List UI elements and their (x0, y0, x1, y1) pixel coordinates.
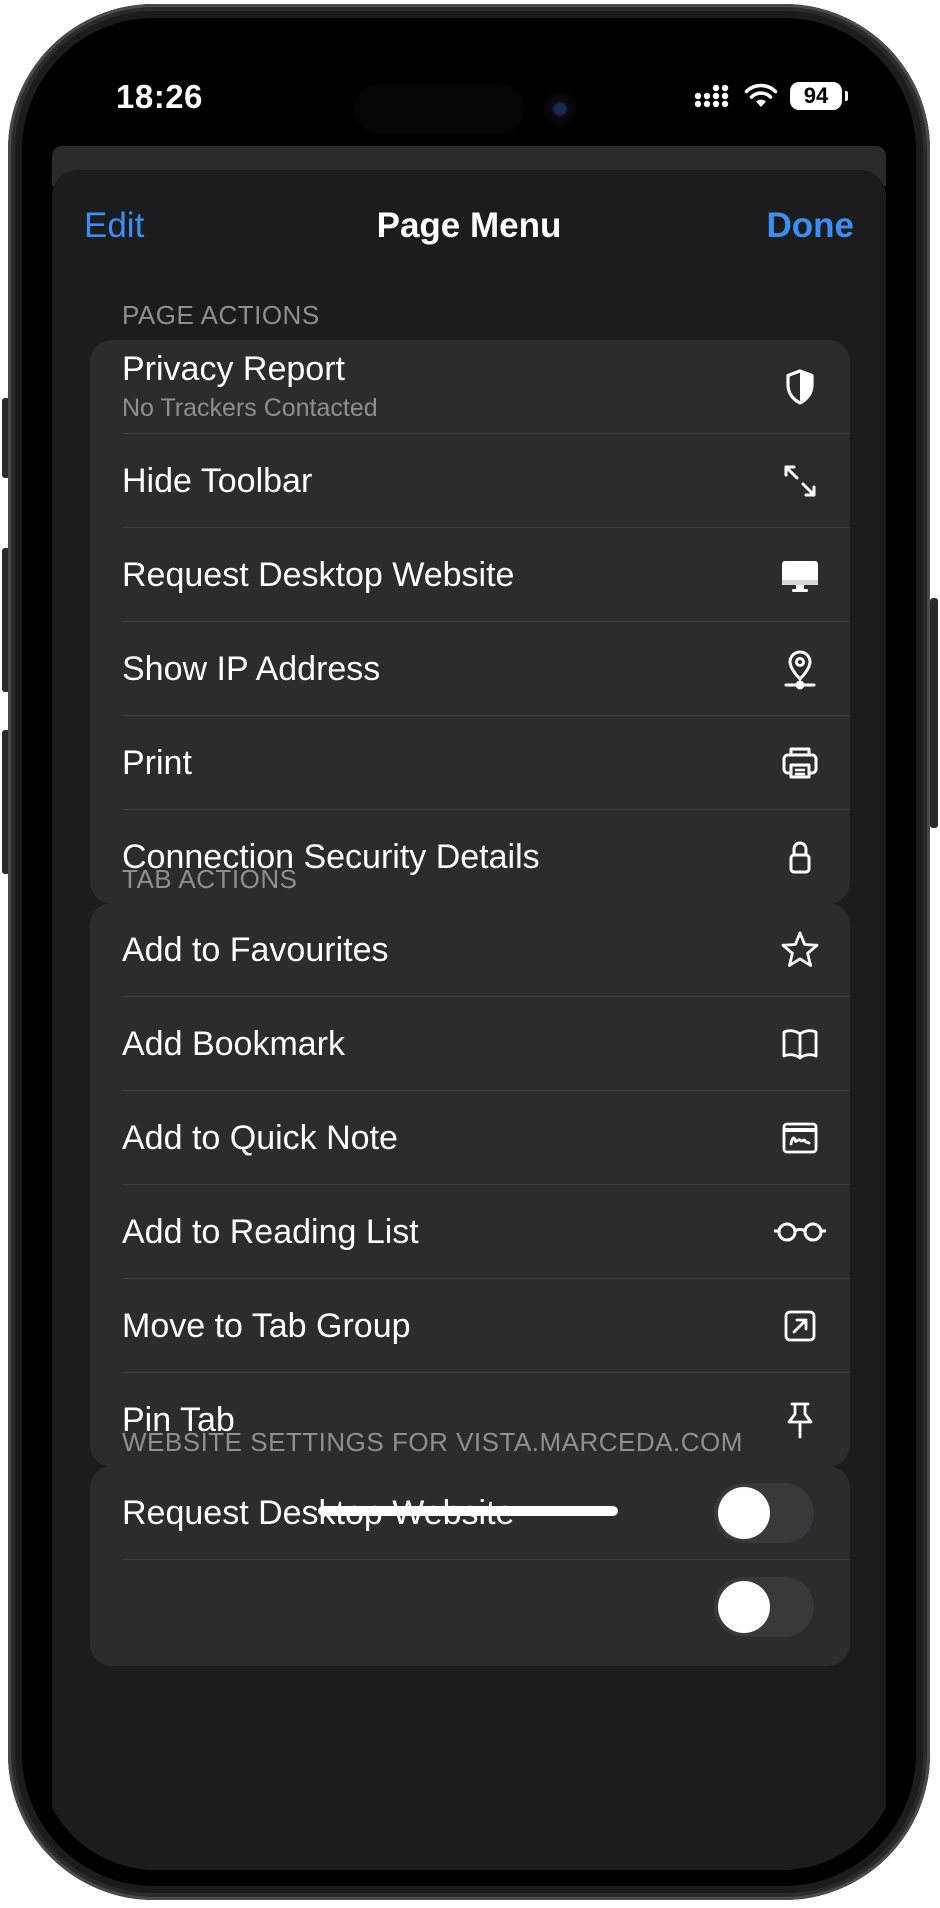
location-pin-icon (776, 645, 824, 693)
power-button[interactable] (930, 598, 938, 828)
page-menu-sheet: Edit Page Menu Done PAGE ACTIONS Privacy… (52, 170, 886, 1870)
lock-icon (776, 833, 824, 881)
menu-item-label: Privacy Report (122, 350, 345, 388)
menu-item-print[interactable]: Print (90, 716, 850, 810)
menu-item-label: Add to Favourites (122, 930, 389, 969)
menu-item-reading-list[interactable]: Add to Reading List (90, 1185, 850, 1279)
toggle-knob (718, 1487, 770, 1539)
battery-indicator: 94 (790, 82, 848, 110)
menu-item-add-favourites[interactable]: Add to Favourites (90, 903, 850, 997)
tab-actions-group: Add to Favourites Add Bookmark Add to Qu… (90, 903, 850, 1467)
menu-item-request-desktop[interactable]: Request Desktop Website (90, 528, 850, 622)
pin-icon (776, 1396, 824, 1444)
menu-item-move-tab-group[interactable]: Move to Tab Group (90, 1279, 850, 1373)
wifi-icon (744, 83, 778, 107)
printer-icon (776, 739, 824, 787)
page-actions-header: PAGE ACTIONS (122, 300, 320, 330)
nav-bar: Edit Page Menu Done (52, 170, 886, 280)
tab-actions-header: TAB ACTIONS (122, 864, 298, 894)
menu-item-sublabel: No Trackers Contacted (122, 394, 378, 422)
menu-item-show-ip[interactable]: Show IP Address (90, 622, 850, 716)
book-icon (776, 1020, 824, 1068)
menu-item-label: Add Bookmark (122, 1024, 345, 1063)
dynamic-island (354, 84, 524, 134)
menu-item-hide-toolbar[interactable]: Hide Toolbar (90, 434, 850, 528)
menu-item-label: Print (122, 743, 192, 782)
done-button[interactable]: Done (767, 206, 855, 246)
front-camera-icon (543, 92, 577, 126)
cellular-signal-icon (694, 84, 729, 108)
star-icon (776, 926, 824, 974)
toggle-knob (718, 1581, 770, 1633)
glasses-icon (772, 1208, 828, 1256)
quick-note-icon (776, 1114, 824, 1162)
home-indicator[interactable] (318, 1506, 618, 1516)
website-settings-header: WEBSITE SETTINGS FOR VISTA.MARCEDA.COM (122, 1427, 743, 1457)
page-actions-group: Privacy Report No Trackers Contacted Hid… (90, 340, 850, 904)
status-icons: 94 (694, 82, 848, 110)
menu-item-add-bookmark[interactable]: Add Bookmark (90, 997, 850, 1091)
setting-toggle[interactable] (714, 1577, 814, 1637)
page-title: Page Menu (376, 206, 562, 245)
website-settings-group: Request Desktop Website (90, 1466, 850, 1666)
shield-icon (776, 363, 824, 411)
desktop-icon (776, 551, 824, 599)
menu-item-privacy-report[interactable]: Privacy Report No Trackers Contacted (90, 340, 850, 434)
expand-arrows-icon (776, 457, 824, 505)
menu-item-label: Add to Reading List (122, 1212, 419, 1251)
request-desktop-toggle[interactable] (714, 1483, 814, 1543)
menu-item-label: Hide Toolbar (122, 461, 313, 500)
arrow-square-icon (776, 1302, 824, 1350)
menu-item-label: Move to Tab Group (122, 1306, 411, 1345)
menu-item-label: Show IP Address (122, 649, 381, 688)
setting-row-partial (90, 1560, 850, 1654)
menu-item-label: Add to Quick Note (122, 1118, 398, 1157)
status-time: 18:26 (116, 78, 203, 115)
screen: 18:26 94 Edit Page Menu Done PAGE ACTION… (38, 34, 900, 1870)
menu-item-label: Request Desktop Website (122, 555, 515, 594)
menu-item-quick-note[interactable]: Add to Quick Note (90, 1091, 850, 1185)
